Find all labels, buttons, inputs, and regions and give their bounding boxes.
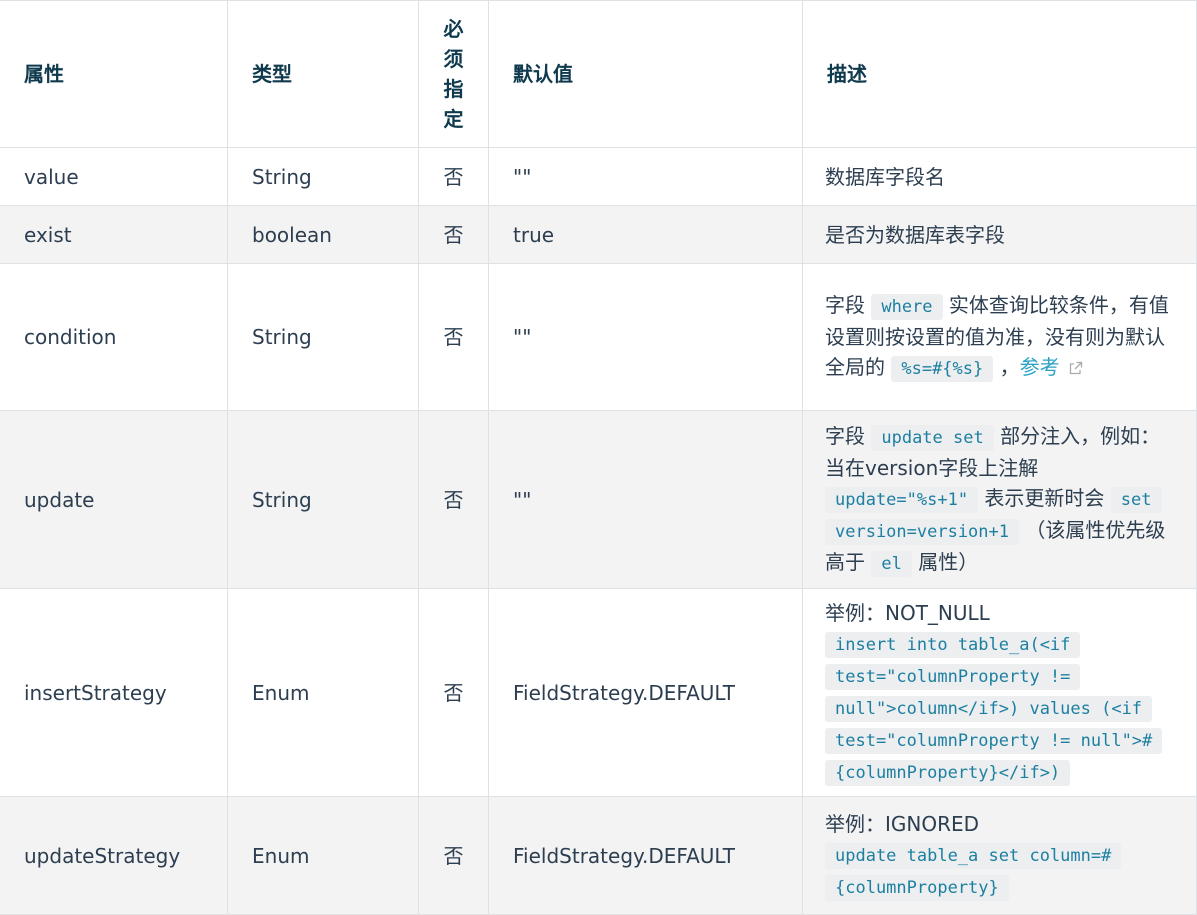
cell-attr: exist xyxy=(0,205,228,264)
header-row: 属性 类型 必须指定 默认值 描述 xyxy=(0,0,1197,148)
cell-required: 否 xyxy=(418,147,489,206)
cell-required: 否 xyxy=(418,410,489,589)
cell-desc: 举例：IGNORED update table_a set column=#{co… xyxy=(802,796,1197,915)
reference-link[interactable]: 参考 xyxy=(1020,355,1060,379)
inline-code: insert into table_a(<if test="columnProp… xyxy=(825,631,1163,786)
cell-default: FieldStrategy.DEFAULT xyxy=(488,796,803,915)
header-desc: 描述 xyxy=(802,0,1197,148)
cell-default: FieldStrategy.DEFAULT xyxy=(488,588,803,797)
inline-code: update set xyxy=(871,424,994,451)
table-row: insertStrategy Enum 否 FieldStrategy.DEFA… xyxy=(0,588,1197,797)
header-attr: 属性 xyxy=(0,0,228,148)
table-row: exist boolean 否 true 是否为数据库表字段 xyxy=(0,205,1197,264)
external-link-icon[interactable] xyxy=(1068,354,1083,384)
cell-desc: 举例：NOT_NULLinsert into table_a(<if test=… xyxy=(802,588,1197,797)
table-row: update String 否 "" 字段 update set 部分注入，例如… xyxy=(0,410,1197,589)
cell-default: "" xyxy=(488,263,803,411)
cell-attr: update xyxy=(0,410,228,589)
desc-text: 表示更新时会 xyxy=(978,485,1111,510)
header-required: 必须指定 xyxy=(418,0,489,148)
cell-attr: updateStrategy xyxy=(0,796,228,915)
cell-type: String xyxy=(227,147,419,206)
table-row: value String 否 "" 数据库字段名 xyxy=(0,147,1197,206)
desc-text: 属性） xyxy=(911,549,979,574)
table-row: updateStrategy Enum 否 FieldStrategy.DEFA… xyxy=(0,796,1197,915)
cell-desc: 字段 update set 部分注入，例如：当在version字段上注解 upd… xyxy=(802,410,1197,589)
inline-code: el xyxy=(871,550,912,577)
inline-code: %s=#{%s} xyxy=(891,356,994,382)
cell-type: Enum xyxy=(227,796,419,915)
annotation-attributes-table: 属性 类型 必须指定 默认值 描述 value String 否 "" 数据库字… xyxy=(0,0,1197,915)
inline-code: where xyxy=(871,294,943,320)
cell-type: Enum xyxy=(227,588,419,797)
cell-required: 否 xyxy=(418,205,489,264)
cell-type: boolean xyxy=(227,205,419,264)
cell-attr: condition xyxy=(0,263,228,411)
cell-attr: insertStrategy xyxy=(0,588,228,797)
desc-text: 字段 xyxy=(825,423,872,448)
cell-type: String xyxy=(227,263,419,411)
header-default: 默认值 xyxy=(488,0,803,148)
desc-text: 字段 xyxy=(825,293,872,317)
cell-default: true xyxy=(488,205,803,264)
inline-code: update="%s+1" xyxy=(825,486,979,513)
cell-desc: 字段 where 实体查询比较条件，有值设置则按设置的值为准，没有则为默认全局的… xyxy=(802,263,1197,411)
cell-required: 否 xyxy=(418,588,489,797)
desc-text: 举例：IGNORED xyxy=(825,811,980,836)
cell-desc: 是否为数据库表字段 xyxy=(802,205,1197,264)
inline-code: update table_a set column=#{columnProper… xyxy=(825,842,1122,901)
desc-text: 举例：NOT_NULL xyxy=(825,600,990,625)
cell-default: "" xyxy=(488,147,803,206)
table-row: condition String 否 "" 字段 where 实体查询比较条件，… xyxy=(0,263,1197,411)
header-type: 类型 xyxy=(227,0,419,148)
cell-required: 否 xyxy=(418,263,489,411)
cell-required: 否 xyxy=(418,796,489,915)
desc-text: ， xyxy=(993,355,1020,379)
cell-default: "" xyxy=(488,410,803,589)
cell-desc: 数据库字段名 xyxy=(802,147,1197,206)
cell-attr: value xyxy=(0,147,228,206)
cell-type: String xyxy=(227,410,419,589)
